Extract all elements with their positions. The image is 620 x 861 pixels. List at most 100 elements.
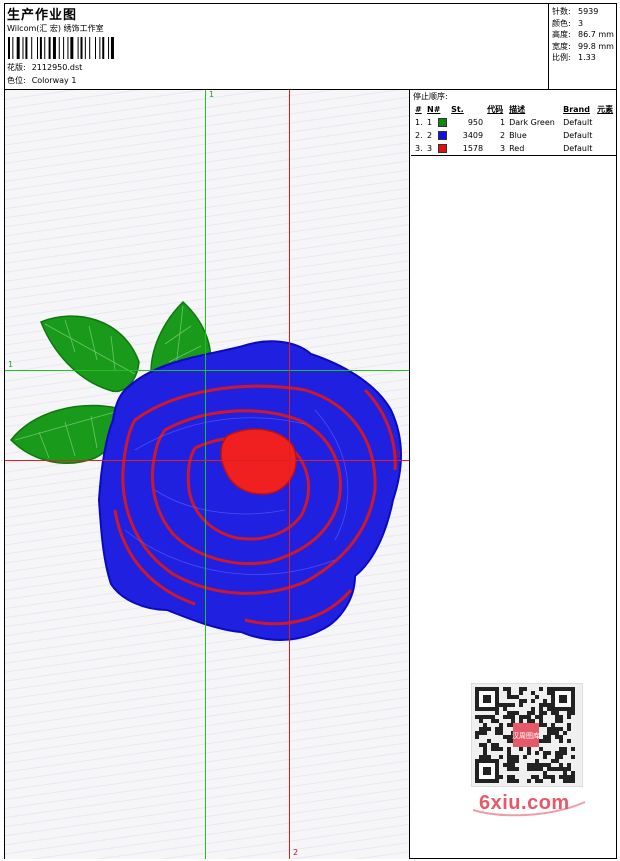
qr-module (555, 755, 559, 759)
rose-flower (97, 340, 402, 641)
barcode-bar (12, 37, 14, 59)
stats-box: 针数: 5939 颜色: 3 高度: 86.7 mm 宽度: 99.8 mm 比例: 1.… (548, 4, 616, 90)
qr-module (475, 735, 479, 739)
design-file-value: 2112950.dst (31, 63, 83, 72)
qr-module (535, 695, 539, 699)
qr-module (531, 767, 535, 771)
qr-module (563, 767, 567, 771)
cell-index: 1. (415, 118, 423, 127)
stat-colors: 颜色: 3 (552, 18, 584, 28)
qr-module (539, 747, 543, 751)
qr-module (507, 739, 511, 743)
qr-module (507, 703, 511, 707)
qr-module (483, 727, 487, 731)
table-row[interactable]: 3. 3 1578 3 Red Default (413, 142, 615, 155)
qr-module (515, 695, 519, 699)
qr-module (571, 775, 575, 779)
thread-color-swatch (438, 131, 448, 140)
cell-description: Dark Green (509, 118, 555, 127)
qr-module (547, 727, 551, 731)
cell-stitches: 950 (467, 118, 484, 127)
qr-module (507, 759, 511, 763)
qr-module (499, 723, 503, 727)
qr-module (555, 711, 559, 715)
col-element: 元素 (597, 105, 614, 114)
qr-module (531, 699, 535, 703)
qr-module (547, 731, 551, 735)
qr-module (475, 731, 479, 735)
qr-module (543, 763, 547, 767)
leaf-top-left (40, 315, 140, 393)
qr-module (487, 739, 491, 743)
qr-module (563, 747, 567, 751)
qr-module (523, 715, 527, 719)
qr-module (559, 763, 563, 767)
table-row[interactable]: 1. 1 950 1 Dark Green Default (413, 116, 615, 129)
qr-module (551, 779, 555, 783)
qr-module (519, 715, 523, 719)
qr-module (547, 739, 551, 743)
qr-module (507, 723, 511, 727)
qr-module (507, 767, 511, 771)
qr-module (499, 727, 503, 731)
qr-module (559, 775, 563, 779)
qr-module (543, 703, 547, 707)
cell-code: 3 (500, 144, 506, 153)
qr-module (527, 719, 531, 723)
qr-module (511, 755, 515, 759)
qr-finder (483, 767, 491, 775)
qr-module (567, 763, 571, 767)
table-row[interactable]: 2. 2 3409 2 Blue Default (413, 129, 615, 142)
qr-module (507, 687, 511, 691)
qr-module (563, 751, 567, 755)
stop-sequence-table: # N# St. 代码 描述 Brand 元素 1. 1 950 1 Dark Gree… (413, 103, 615, 155)
qr-module (547, 775, 551, 779)
qr-module (511, 719, 515, 723)
cell-description: Red (509, 144, 525, 153)
qr-module (487, 715, 491, 719)
qr-module (555, 735, 559, 739)
qr-module (507, 775, 511, 779)
guide-vertical-red (289, 90, 290, 859)
qr-module (547, 707, 551, 711)
qr-module (535, 775, 539, 779)
stat-scale: 比例: 1.33 (552, 53, 596, 62)
qr-module (507, 747, 511, 751)
barcode-bar (37, 37, 38, 59)
design-canvas[interactable]: 1 1 2 2 (5, 90, 410, 859)
qr-module (507, 763, 511, 767)
qr-module (539, 707, 543, 711)
qr-module (547, 687, 551, 691)
cell-stitches: 3409 (462, 131, 484, 140)
qr-module (531, 775, 535, 779)
qr-module (491, 743, 495, 747)
qr-module (527, 767, 531, 771)
qr-module (483, 731, 487, 735)
qr-module (507, 755, 511, 759)
col-code: 代码 (487, 105, 504, 114)
qr-module (507, 691, 511, 695)
qr-module (571, 711, 575, 715)
qr-module (507, 695, 511, 699)
company-name: Wilcom(汇 宏) 绣饰工作室 (7, 24, 104, 33)
stop-sequence-panel: 停止顺序: # N# St. 代码 描述 Brand 元素 1. 1 950 1 Dar… (411, 90, 616, 156)
col-brand: Brand (563, 105, 590, 114)
qr-module (547, 767, 551, 771)
qr-module (555, 719, 559, 723)
qr-module (527, 751, 531, 755)
qr-module (527, 747, 531, 751)
qr-module (535, 715, 539, 719)
barcode-bar (16, 37, 20, 59)
qr-logo-text: 汉周图库 (512, 731, 540, 740)
qr-module (491, 747, 495, 751)
qr-module (567, 711, 571, 715)
cell-needle: 3 (425, 142, 449, 155)
barcode-bar (22, 37, 24, 59)
guide-label-green-top: 1 (209, 90, 215, 99)
qr-module (503, 763, 507, 767)
qr-module (559, 739, 563, 743)
qr-module (495, 727, 499, 731)
qr-module (511, 711, 515, 715)
qr-module (499, 775, 503, 779)
qr-module (495, 743, 499, 747)
